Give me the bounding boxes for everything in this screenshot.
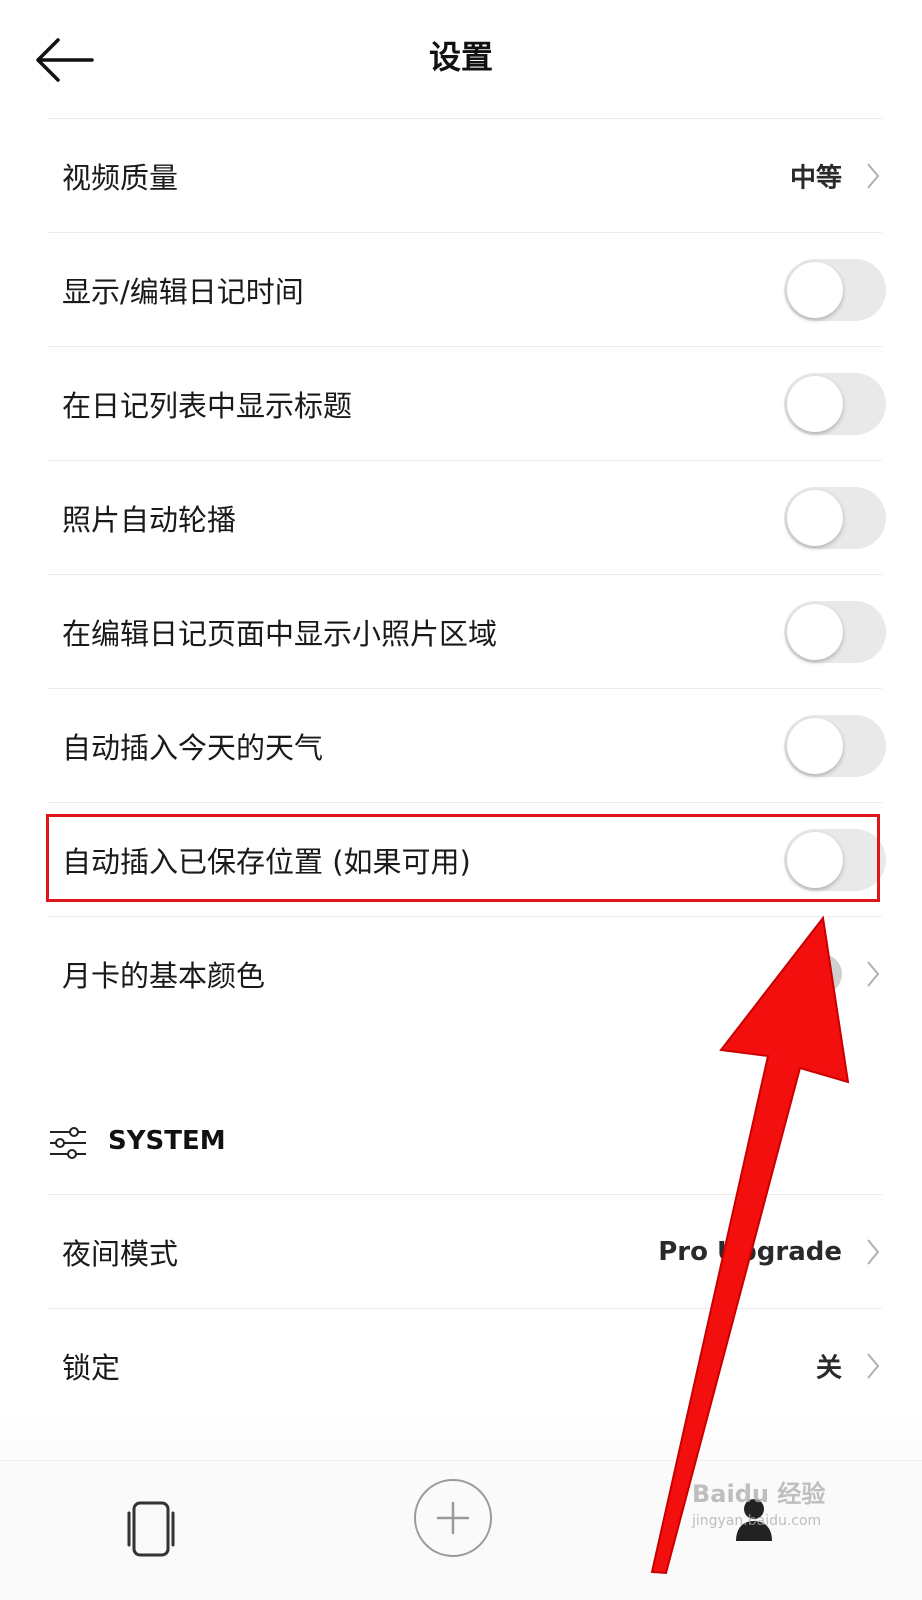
row-video-quality[interactable]: 视频质量 中等: [48, 118, 882, 232]
add-entry-button[interactable]: [414, 1479, 492, 1557]
toggle-auto-weather[interactable]: [784, 714, 886, 777]
row-label: 月卡的基本颜色: [62, 958, 266, 993]
watermark: Baidu 经验 jingyan.baidu.com: [692, 1474, 862, 1529]
row-auto-location: 自动插入已保存位置 (如果可用): [48, 802, 886, 916]
row-value: Pro Upgrade: [658, 1236, 842, 1267]
row-label: 显示/编辑日记时间: [62, 274, 304, 309]
toggle-knob: [787, 489, 843, 546]
section-title: SYSTEM: [108, 1126, 226, 1156]
row-photo-autoplay: 照片自动轮播: [48, 460, 886, 574]
toggle-knob: [787, 375, 843, 432]
row-show-edit-time: 显示/编辑日记时间: [48, 232, 886, 346]
toggle-show-edit-time[interactable]: [784, 258, 886, 321]
chevron-right-icon: [866, 1238, 880, 1266]
watermark-brand: Baidu 经验: [692, 1480, 826, 1508]
settings-list: 视频质量 中等 显示/编辑日记时间 在日记列表中显示标题 照片自动轮播 在编辑日…: [0, 118, 922, 1422]
plus-circle-icon: [436, 1501, 470, 1535]
cards-icon[interactable]: [124, 1499, 178, 1559]
row-label: 锁定: [62, 1350, 121, 1385]
toggle-photo-autoplay[interactable]: [784, 486, 886, 549]
section-header-system: SYSTEM: [48, 1090, 882, 1194]
row-label: 自动插入今天的天气: [62, 730, 324, 765]
toggle-knob: [787, 831, 843, 888]
row-label: 视频质量: [62, 160, 179, 195]
row-value: 关: [815, 1353, 842, 1383]
chevron-right-icon: [866, 162, 880, 190]
row-label: 在编辑日记页面中显示小照片区域: [62, 616, 498, 651]
row-value: 中等: [789, 163, 842, 193]
header: 设置: [0, 0, 922, 118]
color-swatch: [802, 953, 842, 994]
toggle-knob: [787, 603, 843, 660]
watermark-url: jingyan.baidu.com: [692, 1513, 822, 1529]
row-night-mode[interactable]: 夜间模式 Pro Upgrade: [48, 1194, 882, 1308]
row-label: 自动插入已保存位置 (如果可用): [62, 844, 471, 879]
toggle-small-photo-area[interactable]: [784, 600, 886, 663]
sliders-icon: [48, 1126, 88, 1160]
toggle-knob: [787, 717, 843, 774]
toggle-show-title[interactable]: [784, 372, 886, 435]
row-lock[interactable]: 锁定 关: [48, 1308, 882, 1422]
row-auto-weather: 自动插入今天的天气: [48, 688, 886, 802]
toggle-auto-location[interactable]: [784, 828, 886, 891]
chevron-right-icon: [866, 1352, 880, 1380]
row-label: 在日记列表中显示标题: [62, 388, 353, 423]
row-label: 照片自动轮播: [62, 502, 237, 537]
chevron-right-icon: [866, 960, 880, 988]
page-title: 设置: [428, 38, 493, 76]
row-month-card-color[interactable]: 月卡的基本颜色: [48, 916, 882, 1030]
toggle-knob: [787, 261, 843, 318]
row-label: 夜间模式: [62, 1236, 179, 1271]
row-show-title: 在日记列表中显示标题: [48, 346, 886, 460]
row-small-photo-area: 在编辑日记页面中显示小照片区域: [48, 574, 886, 688]
